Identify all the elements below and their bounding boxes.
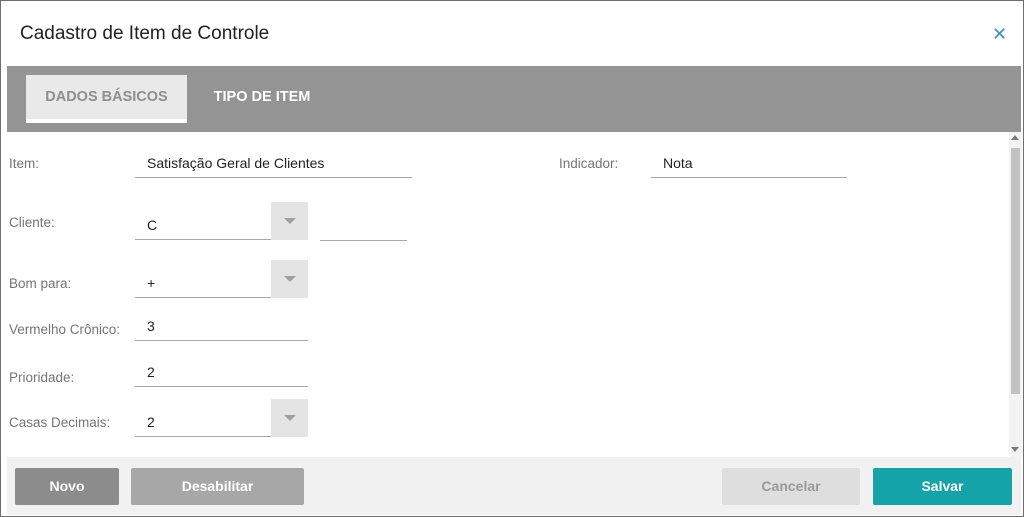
vertical-scrollbar[interactable] bbox=[1009, 132, 1022, 457]
casas-decimais-select[interactable]: 2 bbox=[135, 412, 271, 437]
tab-bar: DADOS BÁSICOS TIPO DE ITEM bbox=[7, 66, 1021, 132]
item-label: Item: bbox=[9, 156, 40, 171]
cliente-select[interactable]: C bbox=[135, 215, 271, 240]
close-icon[interactable]: ✕ bbox=[992, 23, 1007, 45]
cancelar-button[interactable]: Cancelar bbox=[722, 468, 860, 505]
indicador-field[interactable]: Nota bbox=[651, 153, 847, 178]
prioridade-field[interactable]: 2 bbox=[135, 362, 308, 387]
vermelho-cronico-value: 3 bbox=[147, 318, 155, 334]
prioridade-label: Prioridade: bbox=[9, 370, 75, 385]
casas-decimais-label: Casas Decimais: bbox=[9, 415, 111, 430]
desabilitar-button[interactable]: Desabilitar bbox=[131, 468, 304, 505]
bom-para-label: Bom para: bbox=[9, 276, 72, 291]
dialog-title: Cadastro de Item de Controle bbox=[20, 23, 270, 44]
casas-decimais-value: 2 bbox=[147, 414, 155, 430]
salvar-button[interactable]: Salvar bbox=[873, 468, 1012, 505]
item-field[interactable]: Satisfação Geral de Clientes bbox=[135, 153, 412, 178]
cliente-extra-field[interactable] bbox=[320, 216, 407, 241]
chevron-down-icon bbox=[284, 218, 296, 224]
vermelho-cronico-field[interactable]: 3 bbox=[135, 316, 308, 341]
indicador-label: Indicador: bbox=[559, 156, 619, 171]
dialog: Cadastro de Item de Controle ✕ DADOS BÁS… bbox=[0, 0, 1024, 517]
tab-dados-basicos[interactable]: DADOS BÁSICOS bbox=[26, 75, 187, 123]
vermelho-cronico-label: Vermelho Crônico: bbox=[9, 322, 121, 337]
casas-decimais-dropdown-button[interactable] bbox=[271, 399, 308, 437]
chevron-down-icon bbox=[284, 276, 296, 282]
scroll-up-icon[interactable] bbox=[1011, 135, 1019, 140]
footer: Novo Desabilitar Cancelar Salvar bbox=[7, 457, 1021, 515]
novo-button[interactable]: Novo bbox=[15, 468, 119, 505]
tab-tipo-de-item[interactable]: TIPO DE ITEM bbox=[202, 75, 322, 123]
bom-para-dropdown-button[interactable] bbox=[271, 260, 308, 298]
chevron-down-icon bbox=[284, 415, 296, 421]
cliente-dropdown-button[interactable] bbox=[271, 202, 308, 240]
cliente-label: Cliente: bbox=[9, 215, 55, 230]
scrollbar-thumb[interactable] bbox=[1011, 148, 1020, 394]
scroll-down-icon[interactable] bbox=[1011, 447, 1019, 452]
indicador-value: Nota bbox=[663, 155, 693, 171]
cliente-value: C bbox=[147, 217, 158, 233]
form-area: Item: Satisfação Geral de Clientes Indic… bbox=[7, 132, 1009, 457]
prioridade-value: 2 bbox=[147, 364, 155, 380]
bom-para-value: + bbox=[147, 275, 156, 291]
bom-para-select[interactable]: + bbox=[135, 273, 271, 298]
item-value: Satisfação Geral de Clientes bbox=[147, 155, 325, 171]
